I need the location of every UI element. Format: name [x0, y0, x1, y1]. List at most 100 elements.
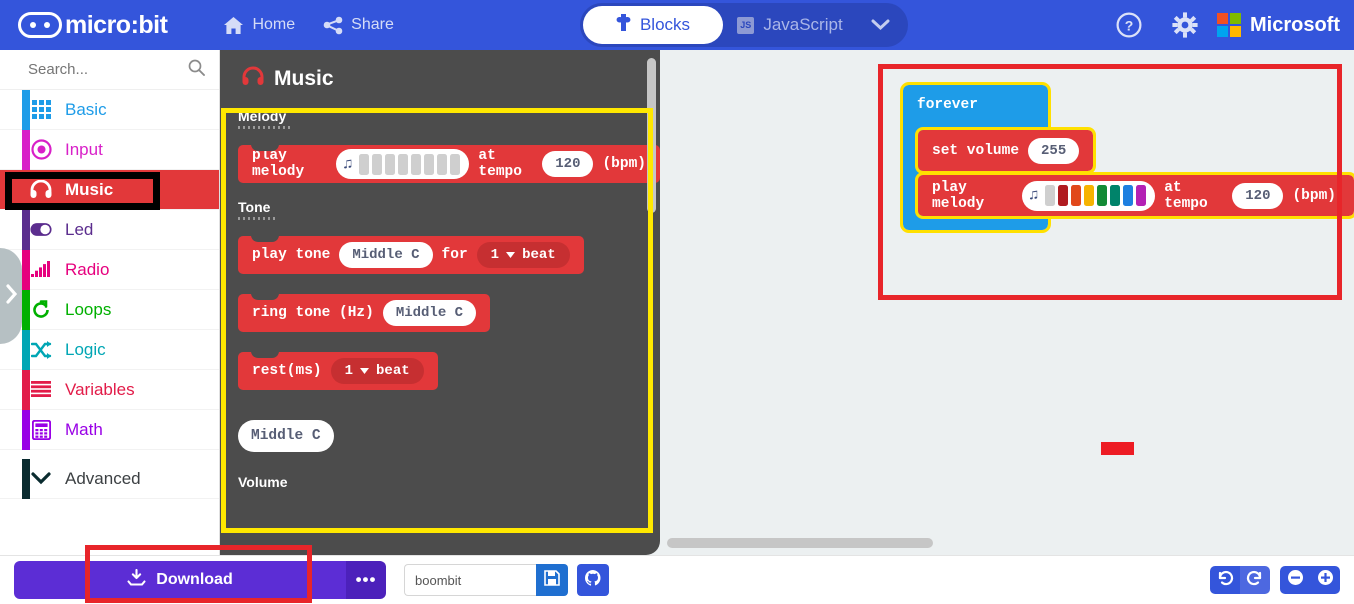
tempo-field[interactable]: 120	[1232, 182, 1284, 209]
block-text: at tempo	[478, 148, 522, 180]
microbit-logo-icon	[18, 12, 62, 38]
tab-blocks[interactable]: Blocks	[583, 6, 723, 44]
melody-note-slot-1[interactable]	[1045, 185, 1056, 206]
ring-tone-field[interactable]: Middle C	[382, 300, 477, 326]
block-play-melody-workspace[interactable]: play melody ♫ at tempo 120 (bpm)	[915, 172, 1354, 219]
melody-note-slot-7[interactable]	[437, 153, 448, 175]
tab-javascript[interactable]: JS JavaScript	[723, 6, 857, 44]
sidebar-item-led[interactable]: Led	[0, 210, 219, 250]
download-button-label: Download	[156, 571, 233, 588]
melody-note-slot-6[interactable]	[1110, 185, 1121, 206]
melody-note-slot-2[interactable]	[1058, 185, 1069, 206]
redo-button[interactable]	[1240, 566, 1270, 594]
save-project-button[interactable]	[536, 564, 568, 596]
melody-note-slot-3[interactable]	[1071, 185, 1082, 206]
download-button[interactable]: Download	[14, 561, 346, 599]
tab-javascript-label: JavaScript	[763, 15, 843, 34]
download-more-button[interactable]: •••	[346, 561, 386, 599]
tab-blocks-label: Blocks	[639, 15, 691, 34]
melody-note-slot-1[interactable]	[359, 153, 370, 175]
sidebar-item-label: Loops	[65, 299, 112, 319]
brand-logo[interactable]: micro:bit	[18, 11, 168, 40]
melody-note-slot-5[interactable]	[411, 153, 422, 175]
sidebar-item-loops[interactable]: Loops	[0, 290, 219, 330]
melody-note-slot-6[interactable]	[424, 153, 435, 175]
sidebar-item-math[interactable]: Math	[0, 410, 219, 450]
beat-dropdown[interactable]: 1 beat	[476, 242, 570, 268]
melody-note-slot-5[interactable]	[1097, 185, 1108, 206]
redo-arrow-icon	[1246, 570, 1264, 591]
headphones-icon	[30, 180, 52, 199]
loop-arrow-icon	[30, 299, 52, 320]
nav-home-label: Home	[252, 16, 296, 33]
workspace-horizontal-scrollbar[interactable]	[667, 538, 933, 548]
blocks-workspace[interactable]: forever set volume 255 play melody ♫ at …	[660, 50, 1354, 555]
block-rest[interactable]: rest(ms) 1 beat	[238, 351, 438, 390]
beat-value: 1	[490, 247, 500, 263]
melody-note-slot-2[interactable]	[372, 153, 383, 175]
github-button[interactable]	[577, 564, 609, 596]
zoom-out-button[interactable]	[1280, 566, 1310, 594]
melody-field[interactable]: ♫	[336, 149, 470, 179]
header-right-group: ? Microsoft	[1101, 0, 1354, 50]
sidebar-item-radio[interactable]: Radio	[0, 250, 219, 290]
sidebar-item-advanced[interactable]: Advanced	[0, 459, 219, 499]
tempo-field[interactable]: 120	[542, 151, 594, 177]
nav-share-label: Share	[351, 16, 394, 33]
sidebar-item-basic[interactable]: Basic	[0, 90, 219, 130]
category-sidebar: Basic Input Music Led Radio Loops Logic Variabl…	[0, 50, 220, 555]
search-icon[interactable]	[188, 59, 205, 81]
sidebar-item-input[interactable]: Input	[0, 130, 219, 170]
project-name-input[interactable]	[404, 564, 536, 596]
sidebar-item-label: Math	[65, 419, 103, 439]
gear-icon[interactable]	[1157, 0, 1213, 50]
block-set-volume[interactable]: set volume 255	[914, 127, 1097, 174]
microsoft-brand[interactable]: Microsoft	[1216, 12, 1340, 38]
block-play-melody-flyout[interactable]: play melody ♫ at tempo 120 (bpm)	[238, 144, 660, 183]
sidebar-item-variables[interactable]: Variables	[0, 370, 219, 410]
microsoft-label: Microsoft	[1250, 13, 1340, 36]
block-ring-tone[interactable]: ring tone (Hz) Middle C	[238, 293, 491, 332]
melody-note-slot-4[interactable]	[1084, 185, 1095, 206]
sidebar-item-logic[interactable]: Logic	[0, 330, 219, 370]
calculator-icon	[30, 419, 52, 440]
undo-button[interactable]	[1210, 566, 1240, 594]
chevron-down-icon[interactable]	[857, 6, 903, 44]
js-badge-icon: JS	[737, 16, 755, 34]
melody-note-slot-8[interactable]	[1136, 185, 1147, 206]
nav-share[interactable]: Share	[309, 0, 408, 50]
nav-home[interactable]: Home	[209, 0, 309, 50]
bottom-toolbar: Download •••	[0, 555, 1354, 604]
workspace-controls	[1210, 566, 1340, 594]
sidebar-item-label: Variables	[65, 379, 135, 399]
puzzle-piece-icon	[616, 14, 631, 36]
music-flyout-panel: Music Melody play melody ♫ at tempo 120 …	[220, 50, 660, 555]
sidebar-collapse-toggle[interactable]	[0, 248, 22, 344]
sidebar-item-label: Radio	[65, 259, 110, 279]
block-play-tone[interactable]: play tone Middle C for 1 beat	[238, 235, 584, 274]
sidebar-item-label: Input	[65, 139, 103, 159]
block-middle-c-reporter[interactable]: Middle C	[238, 420, 334, 452]
zoom-in-button[interactable]	[1310, 566, 1340, 594]
app-header: micro:bit Home Share Blocks JS JavaScrip…	[0, 0, 1354, 50]
search-input[interactable]	[28, 61, 178, 78]
flyout-section-volume: Volume	[238, 474, 288, 490]
sidebar-item-music[interactable]: Music	[0, 170, 219, 210]
flyout-title-label: Music	[274, 67, 334, 90]
volume-value-field[interactable]: 255	[1028, 137, 1080, 164]
flyout-vertical-scrollbar[interactable]	[647, 58, 656, 213]
melody-note-slot-8[interactable]	[450, 153, 461, 175]
melody-note-slot-4[interactable]	[398, 153, 409, 175]
block-text: at tempo	[1164, 179, 1208, 212]
flyout-section-tone: Tone	[238, 199, 271, 215]
melody-field[interactable]: ♫	[1022, 180, 1156, 211]
help-circle-icon[interactable]: ?	[1101, 0, 1157, 50]
rest-beat-dropdown[interactable]: 1 beat	[330, 358, 424, 384]
melody-note-slot-7[interactable]	[1123, 185, 1134, 206]
tone-note-field[interactable]: Middle C	[339, 242, 433, 268]
block-text: play tone	[252, 247, 331, 263]
block-text: play melody	[252, 148, 305, 180]
headphones-icon	[242, 66, 264, 92]
melody-note-slot-3[interactable]	[385, 153, 396, 175]
sidebar-item-advanced-label: Advanced	[65, 468, 141, 488]
